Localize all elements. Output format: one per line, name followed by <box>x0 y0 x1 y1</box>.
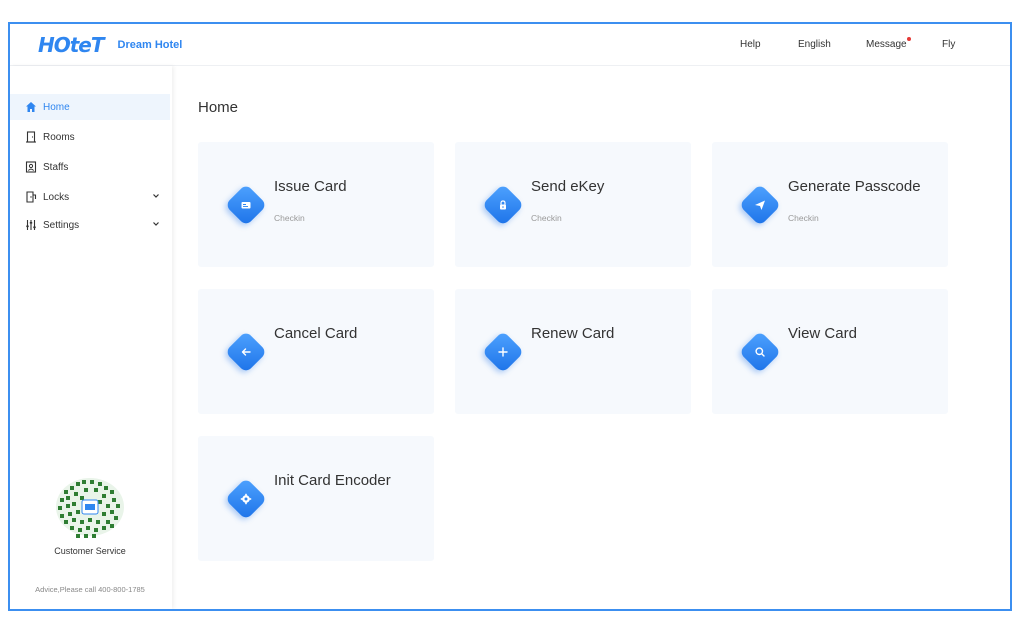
main-content: Home Issue Card Checkin Send eKey Checki… <box>172 66 1010 609</box>
page-title: Home <box>198 99 239 116</box>
sliders-icon <box>25 219 37 231</box>
sidebar-item-label: Staffs <box>43 161 69 173</box>
card-generate-passcode[interactable]: Generate Passcode Checkin <box>712 142 948 267</box>
home-icon <box>25 101 37 113</box>
notification-dot <box>906 37 911 41</box>
nav-message[interactable]: Message <box>866 37 911 50</box>
card-issue-card[interactable]: Issue Card Checkin <box>198 142 434 267</box>
card-subtitle: Checkin <box>531 213 562 223</box>
sidebar-item-label: Home <box>43 101 70 113</box>
send-icon <box>738 183 782 227</box>
sidebar-item-settings[interactable]: Settings <box>10 212 170 238</box>
search-icon <box>738 330 782 374</box>
sidebar-item-rooms[interactable]: Rooms <box>10 124 170 150</box>
sidebar: Home Rooms Staffs Locks Settings Custome… <box>10 66 172 609</box>
card-title: Issue Card <box>274 178 347 195</box>
card-title: Renew Card <box>531 325 615 342</box>
key-icon <box>481 183 525 227</box>
sidebar-item-staffs[interactable]: Staffs <box>10 154 170 180</box>
advice-text: Advice,Please call 400-800-1785 <box>35 585 145 594</box>
nav-message-label: Message <box>866 39 907 50</box>
sidebar-item-locks[interactable]: Locks <box>10 184 170 210</box>
card-renew-card[interactable]: Renew Card <box>455 289 691 414</box>
nav-help[interactable]: Help <box>740 39 761 50</box>
gear-icon <box>224 477 268 521</box>
card-title: Send eKey <box>531 178 605 195</box>
top-header: HOteT Dream Hotel Help English Message F… <box>10 24 1010 66</box>
door-icon <box>25 131 37 143</box>
card-cancel-card[interactable]: Cancel Card <box>198 289 434 414</box>
sidebar-item-label: Locks <box>43 191 70 203</box>
chevron-down-icon[interactable] <box>152 192 160 200</box>
card-init-card-encoder[interactable]: Init Card Encoder <box>198 436 434 561</box>
card-icon <box>224 183 268 227</box>
card-send-ekey[interactable]: Send eKey Checkin <box>455 142 691 267</box>
app-window: HOteT Dream Hotel Help English Message F… <box>8 22 1012 611</box>
sidebar-item-label: Settings <box>43 219 80 231</box>
logo-mark: HOteT <box>38 33 105 57</box>
nav-user[interactable]: Fly <box>942 39 955 50</box>
card-title: View Card <box>788 325 857 342</box>
card-view-card[interactable]: View Card <box>712 289 948 414</box>
nav-language[interactable]: English <box>798 39 831 50</box>
lock-icon <box>25 191 37 203</box>
logo[interactable]: HOteT Dream Hotel <box>38 33 182 57</box>
customer-service-label: Customer Service <box>54 546 126 556</box>
sidebar-item-label: Rooms <box>43 131 75 143</box>
customer-service-qr-code <box>56 478 124 538</box>
card-title: Cancel Card <box>274 325 358 342</box>
arrow-left-icon <box>224 330 268 374</box>
sidebar-item-home[interactable]: Home <box>10 94 170 120</box>
card-title: Init Card Encoder <box>274 472 391 489</box>
staff-icon <box>25 161 37 173</box>
card-subtitle: Checkin <box>274 213 305 223</box>
plus-icon <box>481 330 525 374</box>
card-subtitle: Checkin <box>788 213 819 223</box>
chevron-down-icon[interactable] <box>152 220 160 228</box>
hotel-name: Dream Hotel <box>117 39 183 51</box>
card-title: Generate Passcode <box>788 178 921 195</box>
